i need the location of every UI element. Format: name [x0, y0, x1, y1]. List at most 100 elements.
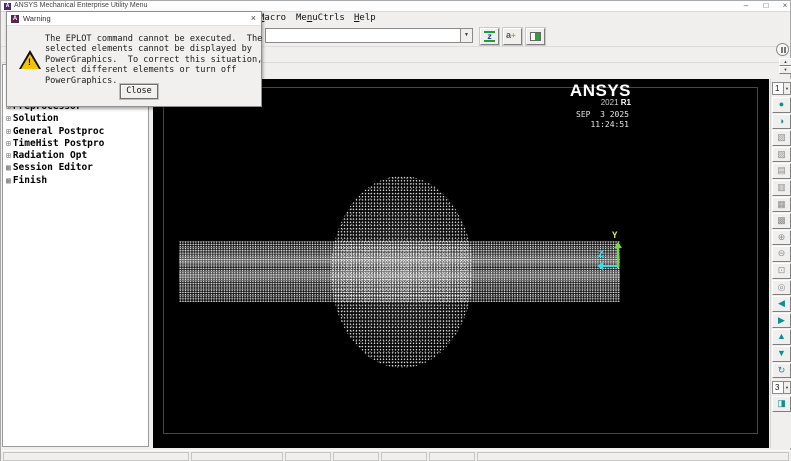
warning-dialog-icon: A: [11, 15, 19, 23]
left-view-button[interactable]: ▦: [772, 197, 791, 213]
spinner-down-button[interactable]: ▼: [779, 66, 791, 74]
rotate-rate-select[interactable]: 3▼: [772, 381, 791, 394]
window-number-select[interactable]: 1▼: [772, 82, 791, 95]
reset-picking-button[interactable]: a+: [503, 28, 522, 45]
sidebar-item-finish[interactable]: ▦Finish: [6, 175, 104, 187]
warning-message-line: PowerGraphics.: [45, 76, 117, 86]
warning-message-line: PowerGraphics. To correct this situation…: [45, 55, 262, 65]
menu-menuctrls-post: uCtrls: [312, 13, 345, 23]
zoom-in-button[interactable]: ⊕: [772, 230, 791, 246]
zoom-out-button[interactable]: ⊖: [772, 246, 791, 262]
pan-right-button[interactable]: ▶: [772, 313, 791, 329]
plot-date: SEP 3 2025: [576, 110, 629, 119]
ansys-release: 2021 R1: [570, 99, 631, 107]
warning-dialog-close-icon[interactable]: ×: [251, 13, 256, 23]
reset-picking-plus: +: [511, 31, 516, 40]
menu-menuctrls[interactable]: MenuCtrls: [296, 13, 345, 23]
plot-datetime: SEP 3 202511:24:51: [576, 110, 629, 130]
sidebar-item-label: TimeHist Postpro: [13, 138, 105, 149]
maximize-button[interactable]: □: [758, 1, 774, 12]
status-cell: [381, 452, 427, 461]
menu-menuctrls-pre: Me: [296, 13, 307, 23]
warning-message-line: selected elements cannot be displayed by: [45, 44, 252, 54]
pan-down-button[interactable]: ▼: [772, 346, 791, 362]
warning-message: The EPLOT command cannot be executed. Th…: [45, 34, 262, 86]
spinner-up-button[interactable]: ▲: [779, 58, 791, 66]
release-year: 2021: [601, 98, 621, 107]
warning-message-line: The EPLOT command cannot be executed. Th…: [45, 34, 262, 44]
expand-icon[interactable]: ⊞: [6, 151, 11, 160]
window-number-value: 1: [775, 84, 779, 93]
sidebar-item-label: Finish: [13, 175, 47, 186]
back-view-button[interactable]: ▨: [772, 147, 791, 163]
menu-macro-post: acro: [264, 13, 286, 23]
status-cell: [3, 452, 189, 461]
zoom-model-button[interactable]: ◎: [772, 280, 791, 296]
command-input-combo[interactable]: ▼: [265, 28, 473, 43]
close-button[interactable]: Close: [120, 84, 158, 99]
command-input[interactable]: [267, 30, 457, 41]
dynamic-mode-button[interactable]: ◨: [772, 396, 791, 412]
sidebar-item-solution[interactable]: ⊞Solution: [6, 113, 104, 125]
sidebar-item-session-editor[interactable]: ▦Session Editor: [6, 162, 104, 174]
sidebar-item-label: General Postproc: [13, 126, 105, 137]
ansys-logo: ANSYS 2021 R1: [570, 83, 631, 107]
ansys-application-window: A ANSYS Mechanical Enterprise Utility Me…: [0, 0, 791, 461]
sidebar-item-radiation-opt[interactable]: ⊞Radiation Opt: [6, 150, 104, 162]
warning-exclamation: !: [28, 57, 31, 67]
menu-macro[interactable]: Macro: [259, 13, 286, 23]
circle-bars-icon[interactable]: [776, 43, 789, 56]
status-cell: [191, 452, 283, 461]
box-zoom-button[interactable]: ⊡: [772, 263, 791, 279]
close-window-button[interactable]: ×: [777, 1, 791, 12]
fit-view-button[interactable]: ◑: [772, 114, 791, 130]
warning-dialog-titlebar[interactable]: A Warning ×: [7, 12, 261, 26]
sidebar-item-label: Radiation Opt: [13, 150, 87, 161]
raise-hidden-icon: z: [484, 31, 495, 42]
expand-icon[interactable]: ⊞: [6, 139, 11, 148]
triad-y-label: Y: [612, 231, 617, 241]
rotate-view-button[interactable]: ↻: [772, 363, 791, 379]
top-view-button[interactable]: ▤: [772, 163, 791, 179]
plot-time: 11:24:51: [590, 120, 629, 129]
graphics-window[interactable]: Y Z ANSYS 2021 R1 SEP 3 202511:24:51: [153, 79, 769, 448]
sidebar-item-label: Session Editor: [13, 162, 93, 173]
warning-dialog-title: Warning: [23, 14, 51, 23]
expand-icon[interactable]: ⊞: [6, 114, 11, 123]
menu-help[interactable]: Help: [354, 13, 376, 23]
menu-help-post: elp: [359, 13, 375, 23]
expand-icon[interactable]: ⊞: [6, 127, 11, 136]
triad-y-arrowhead-icon: [614, 242, 622, 248]
contact-manager-button[interactable]: [526, 28, 545, 45]
status-bar: [1, 450, 791, 461]
right-view-button[interactable]: ▩: [772, 213, 791, 229]
raise-hidden-button[interactable]: z: [480, 28, 499, 45]
release-tag: R1: [621, 98, 631, 107]
mesh-shaft: [179, 241, 620, 302]
rotate-rate-value: 3: [775, 383, 779, 392]
minimize-button[interactable]: –: [738, 1, 754, 12]
reset-picking-icon: a+: [506, 30, 516, 40]
ansys-app-icon: A: [4, 3, 11, 10]
model-control-toolbar: 1▼ ● ◑ ▧ ▨ ▤ ▥ ▦ ▩ ⊕ ⊖ ⊡ ◎ ◀ ▶ ▲ ▼ ↻ 3▼ …: [770, 79, 791, 448]
triad-z-axis: [603, 265, 617, 267]
triad-z-arrowhead-icon: [597, 262, 603, 270]
sidebar-item-general-postproc[interactable]: ⊞General Postproc: [6, 126, 104, 138]
combo-dropdown-icon[interactable]: ▼: [460, 29, 472, 42]
status-cell: [429, 452, 475, 461]
sidebar-item-timehist-postpro[interactable]: ⊞TimeHist Postpro: [6, 138, 104, 150]
warning-dialog: A Warning × ! The EPLOT command cannot b…: [6, 11, 262, 107]
front-view-button[interactable]: ▧: [772, 130, 791, 146]
status-cell: [285, 452, 331, 461]
bottom-view-button[interactable]: ▥: [772, 180, 791, 196]
pan-left-button[interactable]: ◀: [772, 296, 791, 312]
warning-message-line: select different elements or turn off: [45, 65, 236, 75]
pan-up-button[interactable]: ▲: [772, 329, 791, 345]
dynamic-model-button[interactable]: ●: [772, 97, 791, 113]
main-menu-list: ⊞Preprocessor ⊞Solution ⊞General Postpro…: [6, 101, 104, 187]
ansys-logo-text: ANSYS: [570, 83, 631, 99]
sidebar-item-label: Solution: [13, 113, 59, 124]
select-arrow-icon[interactable]: ▼: [783, 382, 790, 393]
select-arrow-icon[interactable]: ▼: [783, 83, 790, 94]
status-cell: [333, 452, 379, 461]
